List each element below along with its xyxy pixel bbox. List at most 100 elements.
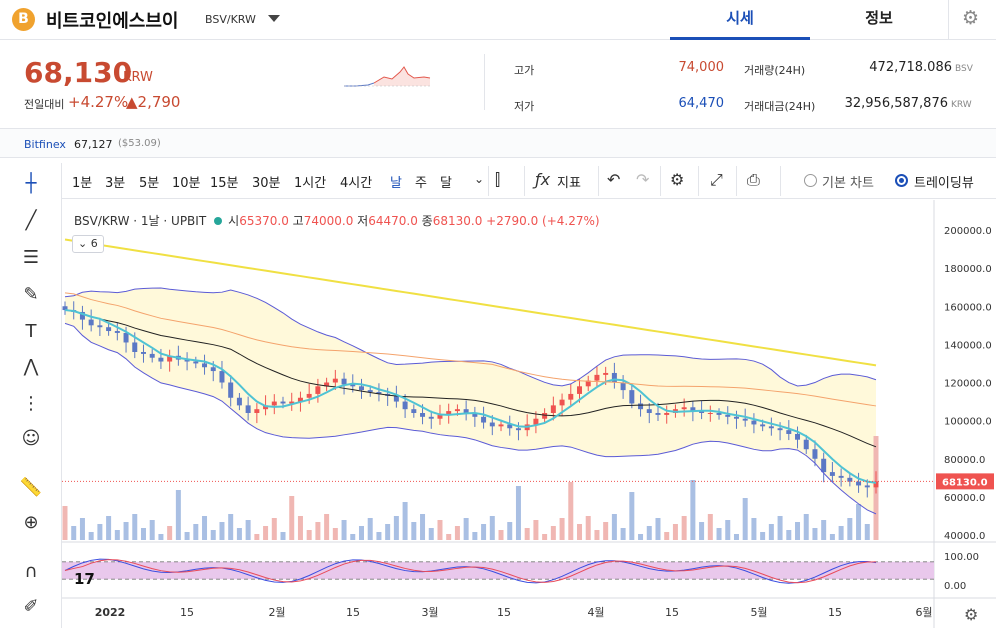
volume-bar: [114, 530, 120, 540]
price-chart[interactable]: 200000.0 180000.0 160000.0 140000.0 120000.0…: [62, 200, 996, 628]
x-axis-tick-label: 2월: [268, 606, 285, 619]
pattern-icon[interactable]: ⋀: [18, 354, 44, 380]
prediction-icon[interactable]: ⋮: [18, 391, 44, 417]
settings-gear-icon[interactable]: ⚙: [962, 8, 982, 28]
header-bar: B 비트코인에스브이 BSV/KRW 시세 정보 ⚙: [0, 0, 996, 40]
volume-bar: [385, 524, 391, 540]
lock-draw-icon[interactable]: ✐: [18, 594, 44, 620]
indicator-toggle[interactable]: ⌄ 6: [72, 235, 104, 253]
volume-bar: [437, 520, 443, 540]
brush-icon[interactable]: ✎: [18, 282, 44, 308]
x-axis-tick-label: 15: [497, 606, 511, 619]
volume-bar: [638, 534, 644, 540]
tradingview-label[interactable]: 트레이딩뷰: [914, 172, 974, 191]
pair-label[interactable]: BSV/KRW: [205, 13, 256, 26]
candle-body: [681, 407, 687, 410]
interval-2[interactable]: 5분: [139, 172, 159, 191]
trend-line-icon[interactable]: ╱: [18, 208, 44, 234]
candle-body: [629, 390, 635, 404]
candle-body: [245, 405, 251, 413]
redo-icon[interactable]: ↷: [636, 170, 649, 189]
volume-bar: [629, 492, 635, 540]
volume-bar: [236, 528, 242, 540]
candle-body: [332, 378, 338, 383]
interval-5[interactable]: 30분: [252, 172, 281, 191]
toolbar-divider: [488, 166, 489, 196]
candle-type-icon[interactable]: ⫿: [495, 170, 500, 190]
candle-body: [803, 439, 809, 450]
interval-10[interactable]: 달: [440, 172, 452, 191]
x-axis-tick-label: 5월: [750, 606, 767, 619]
interval-1[interactable]: 3분: [105, 172, 125, 191]
x-axis-tick-label: 6월: [915, 606, 932, 619]
legend-symbol: BSV/KRW · 1날 · UPBIT: [74, 214, 207, 228]
basic-chart-label[interactable]: 기본 차트: [822, 172, 874, 191]
toolbar-divider: [698, 166, 699, 196]
magnet-icon[interactable]: ∩: [18, 559, 44, 585]
interval-3[interactable]: 10분: [172, 172, 201, 191]
candle-body: [655, 413, 661, 415]
emoji-icon[interactable]: ☺: [18, 426, 44, 452]
candle-body: [594, 374, 600, 381]
x-axis-tick-label: 3월: [421, 606, 438, 619]
volume-bar: [175, 490, 181, 540]
text-tool-icon[interactable]: T: [18, 319, 44, 345]
interval-7[interactable]: 4시간: [340, 172, 372, 191]
volume-bar: [664, 532, 670, 540]
candle-body: [210, 367, 216, 372]
low-label: 저가: [514, 100, 535, 113]
volume-bar: [620, 528, 626, 540]
volume-bar: [533, 520, 539, 540]
volume-bar: [481, 524, 487, 540]
interval-8[interactable]: 날: [390, 172, 402, 191]
interval-0[interactable]: 1분: [72, 172, 92, 191]
y-axis-tick-label: 200000.0: [944, 226, 992, 237]
volume-bar: [795, 522, 801, 540]
volume-bar: [219, 522, 225, 540]
camera-icon[interactable]: ⎙: [747, 170, 760, 190]
reference-exchange[interactable]: Bitfinex: [24, 138, 66, 151]
volume-bar: [672, 524, 678, 540]
live-dot-icon: [214, 217, 223, 225]
candle-body: [454, 409, 460, 412]
tradingview-radio[interactable]: [895, 174, 908, 187]
ruler-icon[interactable]: 📏: [18, 475, 44, 501]
volume-bar: [158, 534, 164, 540]
change-percent: +4.27%: [68, 93, 129, 111]
legend-change: +2790.0 (+4.27%): [486, 214, 600, 228]
indicator-button[interactable]: 지표: [557, 172, 581, 191]
candle-body: [428, 416, 434, 419]
coin-logo-icon: B: [12, 8, 35, 31]
volume-bar: [428, 528, 434, 540]
candle-body: [515, 428, 521, 431]
volume-bar: [821, 520, 827, 540]
interval-4[interactable]: 15분: [210, 172, 239, 191]
interval-9[interactable]: 주: [415, 172, 427, 191]
volume-bar: [864, 524, 870, 540]
candle-body: [271, 401, 277, 406]
candle-body: [489, 422, 495, 427]
indicator-fx-icon[interactable]: ƒx: [535, 170, 550, 189]
fib-lines-icon[interactable]: ☰: [18, 245, 44, 271]
candle-body: [550, 405, 556, 413]
pair-dropdown-caret-icon[interactable]: [268, 15, 280, 22]
drawing-toolbar: ┼ ╱ ☰ ✎ T ⋀ ⋮ ☺ 📏 ⊕ ∩ ✐: [0, 163, 62, 628]
crosshair-icon[interactable]: ┼: [18, 171, 44, 197]
volume-bar: [856, 504, 862, 540]
chart-settings-gear-icon[interactable]: ⚙: [670, 170, 684, 189]
basic-chart-radio[interactable]: [804, 174, 817, 187]
interval-6[interactable]: 1시간: [294, 172, 326, 191]
candle-body: [123, 332, 129, 343]
volume-bar: [271, 518, 277, 540]
candle-body: [542, 413, 548, 419]
change-amount: ▲2,790: [126, 93, 181, 111]
interval-more-chevron-icon[interactable]: ⌄: [474, 172, 484, 186]
tab-price[interactable]: 시세: [670, 0, 810, 40]
undo-icon[interactable]: ↶: [607, 170, 620, 189]
volume-bar: [193, 524, 199, 540]
candle-body: [106, 327, 112, 332]
tab-info[interactable]: 정보: [810, 0, 948, 40]
candle-body: [751, 420, 757, 425]
fullscreen-icon[interactable]: ⤢: [710, 170, 723, 190]
zoom-in-icon[interactable]: ⊕: [18, 510, 44, 536]
